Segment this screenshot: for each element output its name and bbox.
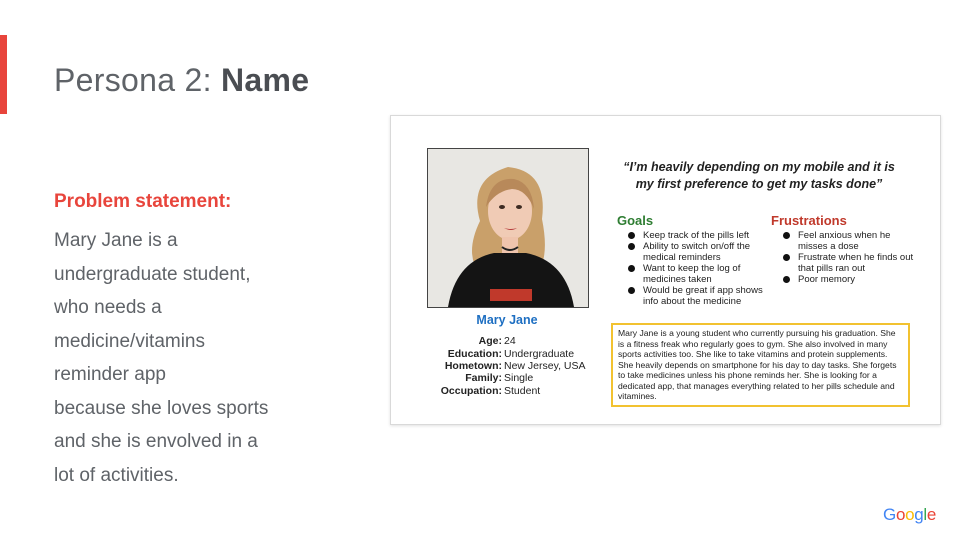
- persona-bio: Mary Jane is a young student who current…: [611, 323, 910, 407]
- problem-statement-text: Mary Jane is a undergraduate student, wh…: [54, 224, 354, 492]
- detail-value: 24: [504, 335, 516, 347]
- frustration-item: Feel anxious when he misses a dose: [780, 230, 920, 252]
- problem-line: undergraduate student,: [54, 263, 251, 285]
- goals-list: Keep track of the pills left Ability to …: [625, 230, 765, 307]
- problem-line: reminder app: [54, 364, 166, 385]
- detail-education: Education: Undergraduate: [427, 348, 627, 360]
- goal-item: Ability to switch on/off the medical rem…: [625, 241, 765, 263]
- detail-value: Single: [504, 372, 534, 384]
- problem-line: medicine/vitamins: [54, 330, 205, 352]
- problem-line: who needs a: [54, 297, 162, 318]
- persona-photo: [427, 148, 589, 308]
- persona-portrait-image: [428, 149, 588, 307]
- quote-line: “I’m heavily depending on my mobile and …: [623, 160, 895, 174]
- title-prefix: Persona 2:: [54, 62, 221, 98]
- persona-name: Mary Jane: [476, 313, 538, 327]
- detail-label: Hometown:: [444, 360, 502, 372]
- quote-line: my first preference to get my tasks done…: [635, 177, 883, 191]
- problem-line: lot of activities.: [54, 464, 179, 486]
- goals-heading: Goals: [617, 213, 654, 228]
- frustrations-heading: Frustrations: [771, 213, 847, 228]
- logo-letter: e: [926, 505, 937, 524]
- goal-item: Want to keep the log of medicines taken: [625, 263, 765, 285]
- detail-label: Occupation:: [440, 385, 502, 397]
- detail-occupation: Occupation: Student: [427, 385, 627, 397]
- frustrations-list: Feel anxious when he misses a dose Frust…: [780, 230, 920, 285]
- detail-label: Family:: [465, 372, 502, 384]
- persona-quote: “I’m heavily depending on my mobile and …: [609, 159, 909, 193]
- logo-letter: o: [905, 505, 915, 524]
- detail-age: Age: 24: [427, 335, 627, 347]
- problem-line: Mary Jane is a: [54, 230, 178, 251]
- detail-label: Education:: [447, 348, 502, 360]
- problem-statement-label: Problem statement:: [54, 191, 232, 212]
- detail-value: Undergraduate: [504, 348, 575, 360]
- detail-family: Family: Single: [427, 372, 627, 384]
- problem-line: because she loves sports: [54, 397, 269, 419]
- logo-letter: G: [883, 505, 896, 524]
- detail-label: Age:: [478, 335, 502, 347]
- accent-bar: [0, 35, 7, 114]
- persona-card: Mary Jane Age: 24 Education: Undergraduate…: [390, 115, 941, 425]
- logo-letter: o: [895, 505, 906, 524]
- google-logo: Google: [883, 505, 936, 525]
- frustration-item: Poor memory: [780, 274, 920, 285]
- slide-title: Persona 2: Name: [54, 62, 309, 99]
- detail-value: Student: [504, 385, 541, 397]
- goal-item: Keep track of the pills left: [625, 230, 765, 241]
- frustration-item: Frustrate when he finds out that pills r…: [780, 252, 920, 274]
- problem-line: and she is envolved in a: [54, 431, 258, 452]
- detail-hometown: Hometown: New Jersey, USA: [427, 360, 627, 372]
- detail-value: New Jersey, USA: [504, 360, 586, 372]
- title-name: Name: [220, 62, 310, 98]
- goal-item: Would be great if app shows info about t…: [625, 285, 765, 307]
